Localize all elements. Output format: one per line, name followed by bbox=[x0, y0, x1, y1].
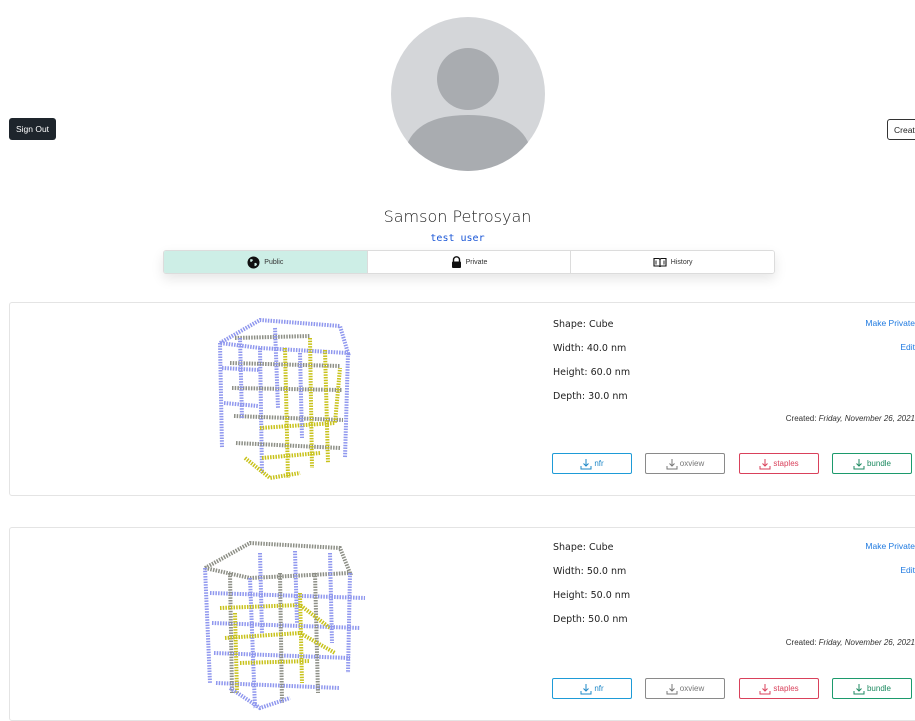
download-staples-label: staples bbox=[773, 684, 799, 693]
created-value: Friday, November 26, 2021 bbox=[818, 414, 915, 423]
spec-width: Width: 50.0 nm bbox=[553, 566, 627, 577]
edit-link[interactable]: Edit bbox=[900, 342, 915, 352]
avatar-person-icon bbox=[408, 48, 528, 171]
download-oxview-button[interactable]: oxview bbox=[645, 453, 725, 474]
download-oxview-button[interactable]: oxview bbox=[645, 678, 725, 699]
download-icon bbox=[853, 458, 865, 469]
download-icon bbox=[666, 458, 678, 469]
globe-icon bbox=[247, 256, 260, 268]
download-bundle-button[interactable]: bundle bbox=[832, 453, 912, 474]
spec-shape: Shape: Cube bbox=[553, 319, 614, 330]
created-label: Created: bbox=[785, 638, 819, 647]
download-oxview-label: oxview bbox=[679, 684, 705, 693]
created-value: Friday, November 26, 2021 bbox=[818, 638, 915, 647]
download-bundle-button[interactable]: bundle bbox=[832, 678, 912, 699]
design-card: Shape: Cube Width: 50.0 nm Height: 50.0 … bbox=[9, 527, 915, 721]
download-icon bbox=[666, 683, 678, 694]
download-icon bbox=[580, 683, 592, 694]
spec-depth: Depth: 30.0 nm bbox=[553, 391, 628, 402]
download-nfr-button[interactable]: nfr bbox=[552, 453, 632, 474]
download-icon bbox=[580, 458, 592, 469]
profile-subtitle: test user bbox=[430, 233, 485, 244]
created-label: Created: bbox=[785, 414, 819, 423]
download-staples-button[interactable]: staples bbox=[739, 678, 819, 699]
tab-public[interactable]: Public bbox=[164, 251, 368, 273]
download-nfr-label: nfr bbox=[594, 684, 604, 693]
create-button[interactable]: Creat bbox=[887, 119, 915, 140]
make-private-link[interactable]: Make Private bbox=[865, 541, 915, 551]
lock-icon bbox=[451, 256, 461, 268]
download-icon bbox=[759, 458, 771, 469]
download-staples-label: staples bbox=[773, 459, 799, 468]
sign-out-button[interactable]: Sign Out bbox=[9, 118, 56, 140]
book-icon bbox=[653, 257, 667, 267]
download-nfr-label: nfr bbox=[594, 459, 604, 468]
created-date: Created: Friday, November 26, 2021 bbox=[786, 414, 915, 423]
spec-shape: Shape: Cube bbox=[553, 542, 614, 553]
download-oxview-label: oxview bbox=[679, 459, 705, 468]
design-card: Shape: Cube Width: 40.0 nm Height: 60.0 … bbox=[9, 302, 915, 496]
download-staples-button[interactable]: staples bbox=[739, 453, 819, 474]
design-preview-image bbox=[200, 540, 366, 711]
tab-private[interactable]: Private bbox=[367, 251, 572, 273]
download-nfr-button[interactable]: nfr bbox=[552, 678, 632, 699]
edit-link[interactable]: Edit bbox=[900, 565, 915, 575]
tab-history[interactable]: History bbox=[571, 251, 774, 273]
spec-height: Height: 50.0 nm bbox=[553, 590, 631, 601]
download-icon bbox=[759, 683, 771, 694]
design-preview-image bbox=[213, 317, 351, 481]
created-date: Created: Friday, November 26, 2021 bbox=[786, 638, 915, 647]
spec-width: Width: 40.0 nm bbox=[553, 343, 627, 354]
make-private-link[interactable]: Make Private bbox=[865, 318, 915, 328]
download-icon bbox=[853, 683, 865, 694]
profile-tabs: Public Private History bbox=[163, 250, 775, 274]
tab-history-label: History bbox=[670, 258, 693, 266]
tab-public-label: Public bbox=[264, 258, 284, 266]
download-bundle-label: bundle bbox=[866, 459, 892, 468]
profile-name: Samson Petrosyan bbox=[383, 207, 532, 226]
tab-private-label: Private bbox=[465, 258, 488, 266]
download-bundle-label: bundle bbox=[866, 684, 892, 693]
spec-depth: Depth: 50.0 nm bbox=[553, 614, 628, 625]
avatar bbox=[391, 17, 545, 171]
spec-height: Height: 60.0 nm bbox=[553, 367, 631, 378]
